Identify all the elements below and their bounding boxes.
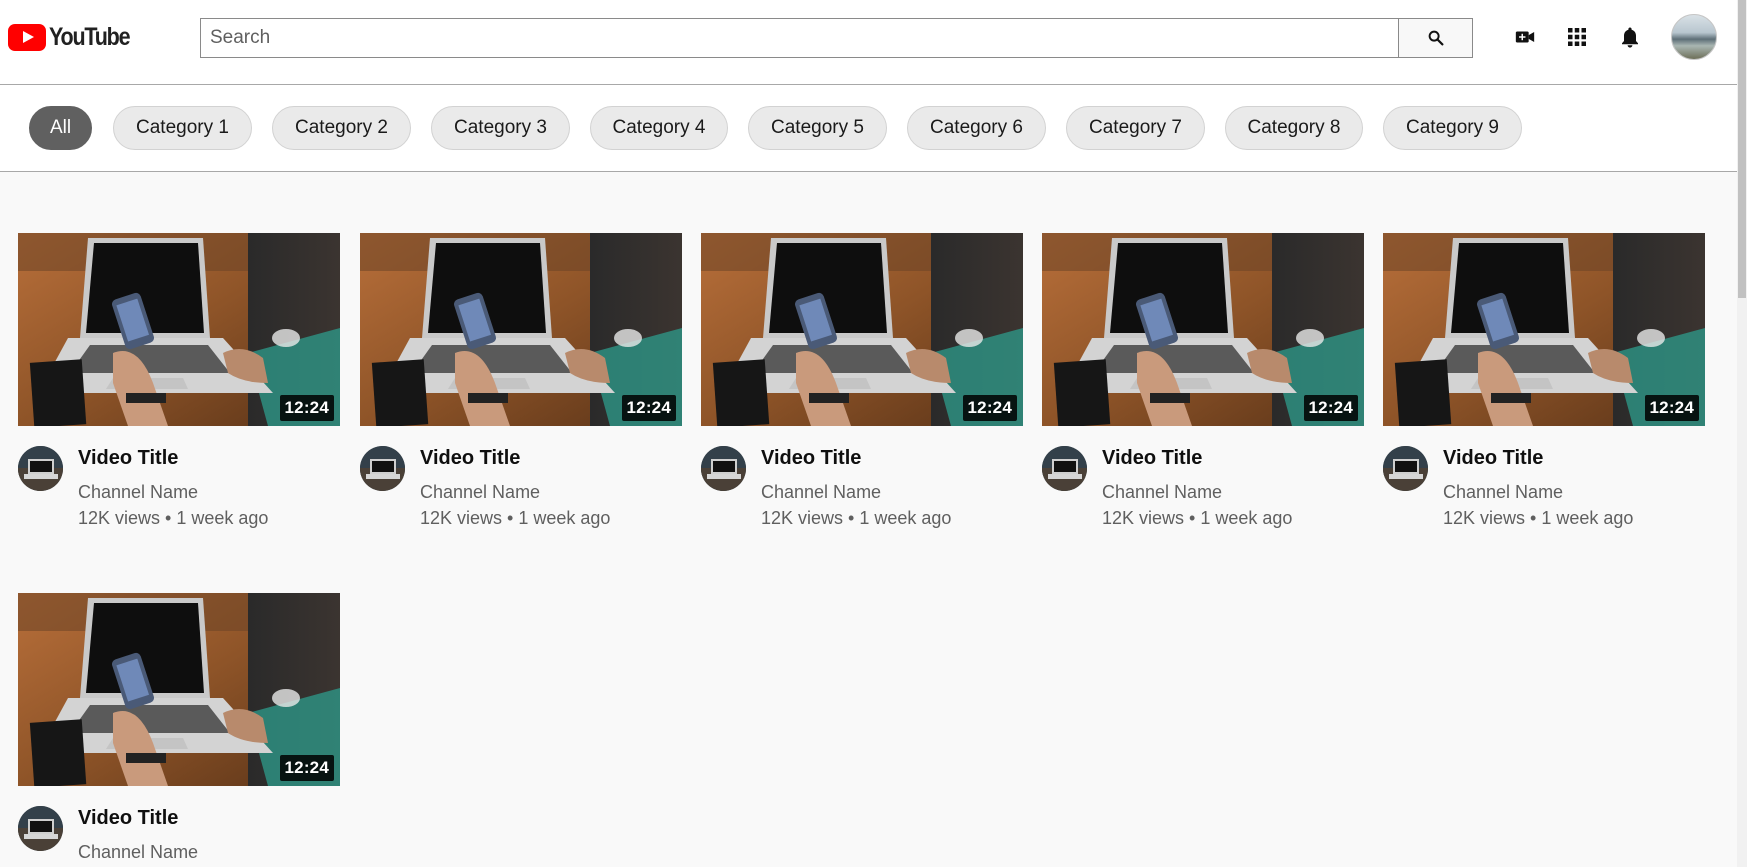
- video-duration: 12:24: [279, 395, 334, 421]
- video-duration: 12:24: [1644, 395, 1699, 421]
- youtube-play-logo-icon: [8, 23, 46, 51]
- video-meta: 12K views • 1 week ago: [78, 508, 269, 528]
- video-thumbnail[interactable]: 12:24: [18, 593, 340, 786]
- youtube-home-page: YouTube Search All Category 1 Category 2…: [0, 0, 1747, 867]
- chip-category-6[interactable]: Category 6: [907, 106, 1046, 150]
- channel-avatar[interactable]: [1042, 446, 1087, 491]
- video-card[interactable]: 12:24 Video Title Channel Name 12K views • …: [701, 233, 1023, 528]
- youtube-logo[interactable]: YouTube: [8, 22, 142, 52]
- channel-name[interactable]: Channel Name: [78, 482, 198, 503]
- video-duration: 12:24: [279, 755, 334, 781]
- video-meta: 12K views • 1 week ago: [1443, 508, 1634, 528]
- channel-name[interactable]: Channel Name: [420, 482, 540, 503]
- category-chips-bar: All Category 1 Category 2 Category 3 Cat…: [0, 85, 1737, 172]
- video-duration: 12:24: [621, 395, 676, 421]
- search-button[interactable]: [1399, 18, 1473, 58]
- chip-category-4[interactable]: Category 4: [590, 106, 728, 150]
- search-input[interactable]: [200, 18, 1399, 58]
- channel-avatar[interactable]: [1383, 446, 1428, 491]
- channel-avatar[interactable]: [701, 446, 746, 491]
- account-avatar[interactable]: [1671, 14, 1717, 60]
- search-icon: [1428, 30, 1443, 46]
- chip-category-2[interactable]: Category 2: [272, 106, 411, 150]
- channel-avatar-image: [701, 446, 746, 491]
- channel-avatar-image: [1383, 446, 1428, 491]
- channel-avatar[interactable]: [18, 446, 63, 491]
- scrollbar-thumb[interactable]: [1738, 0, 1746, 298]
- video-thumbnail[interactable]: 12:24: [1042, 233, 1364, 426]
- video-meta: 12K views • 1 week ago: [1102, 508, 1293, 528]
- chip-category-1[interactable]: Category 1: [113, 106, 252, 150]
- create-video-icon: [1515, 31, 1535, 43]
- chip-all[interactable]: All: [29, 106, 92, 150]
- apps-button[interactable]: [1562, 22, 1592, 52]
- chip-category-3[interactable]: Category 3: [431, 106, 570, 150]
- notifications-button[interactable]: [1615, 22, 1645, 52]
- chip-category-5[interactable]: Category 5: [748, 106, 887, 150]
- channel-avatar-image: [18, 806, 63, 851]
- video-title[interactable]: Video Title: [420, 447, 520, 470]
- create-video-button[interactable]: [1510, 22, 1540, 52]
- video-thumbnail[interactable]: 12:24: [360, 233, 682, 426]
- channel-avatar-image: [1042, 446, 1087, 491]
- video-meta: 12K views • 1 week ago: [420, 508, 611, 528]
- video-thumbnail[interactable]: 12:24: [1383, 233, 1705, 426]
- video-card[interactable]: 12:24Video TitleChannel Name12K views • …: [18, 593, 340, 862]
- channel-avatar[interactable]: [18, 806, 63, 851]
- channel-avatar-image: [18, 446, 63, 491]
- video-card[interactable]: 12:24 Video Title Channel Name 12K views • …: [1383, 233, 1705, 528]
- top-header: YouTube: [0, 0, 1737, 85]
- video-meta: 12K views • 1 week ago: [761, 508, 952, 528]
- channel-name[interactable]: Channel Name: [78, 842, 198, 863]
- video-card[interactable]: 12:24 Video Title Channel Name 12K views • …: [360, 233, 682, 528]
- video-thumbnail[interactable]: 12:24: [701, 233, 1023, 426]
- logo-text: YouTube: [49, 22, 131, 51]
- notifications-bell-icon: [1622, 27, 1638, 48]
- channel-avatar-image: [360, 446, 405, 491]
- channel-name[interactable]: Channel Name: [1443, 482, 1563, 503]
- video-duration: 12:24: [1303, 395, 1358, 421]
- channel-name[interactable]: Channel Name: [761, 482, 881, 503]
- channel-avatar[interactable]: [360, 446, 405, 491]
- video-title[interactable]: Video Title: [78, 447, 178, 470]
- video-card[interactable]: 12:24 Video Title Channel Name 12K views • …: [18, 233, 340, 528]
- video-title[interactable]: Video Title: [761, 447, 861, 470]
- video-thumbnail[interactable]: 12:24: [18, 233, 340, 426]
- channel-name[interactable]: Channel Name: [1102, 482, 1222, 503]
- apps-grid-icon: [1568, 28, 1586, 46]
- video-duration: 12:24: [962, 395, 1017, 421]
- chip-category-7[interactable]: Category 7: [1066, 106, 1205, 150]
- chip-category-9[interactable]: Category 9: [1383, 106, 1522, 150]
- video-title[interactable]: Video Title: [1443, 447, 1543, 470]
- video-card[interactable]: 12:24 Video Title Channel Name 12K views • …: [1042, 233, 1364, 528]
- video-title[interactable]: Video Title: [1102, 447, 1202, 470]
- chip-category-8[interactable]: Category 8: [1225, 106, 1363, 150]
- video-title[interactable]: Video Title: [78, 807, 178, 830]
